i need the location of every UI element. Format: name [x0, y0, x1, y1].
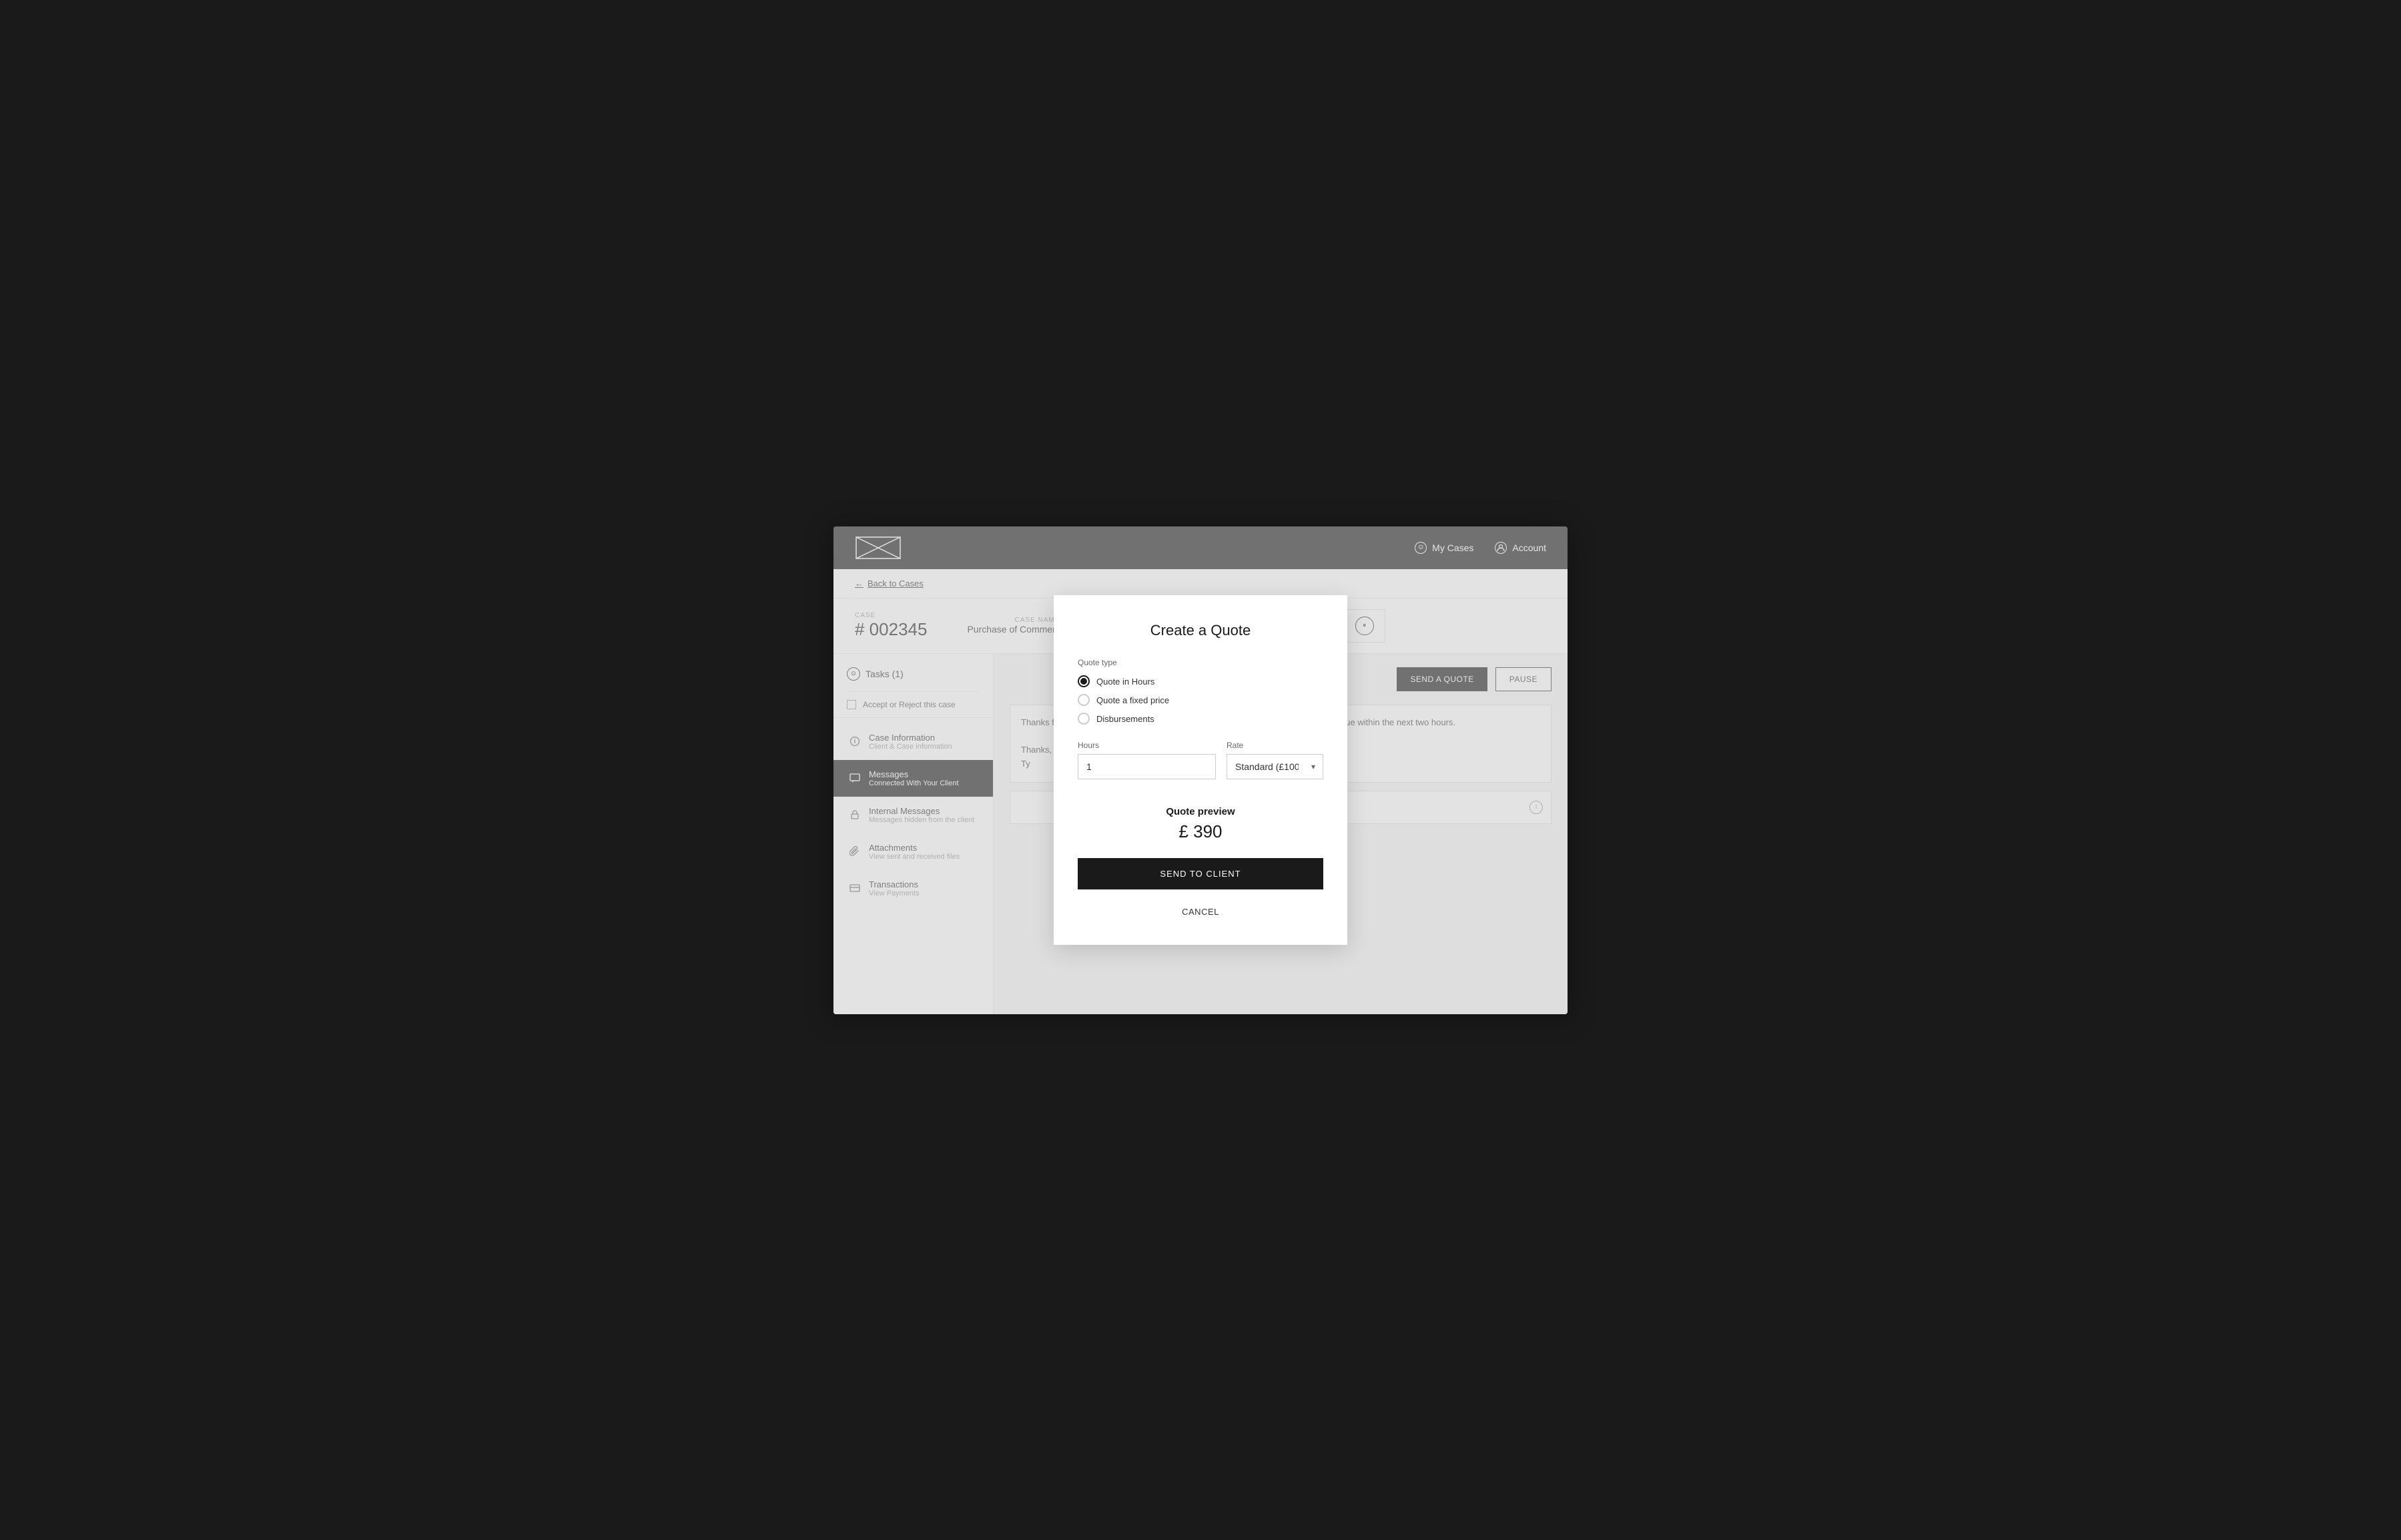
quote-type-radio-group: Quote in Hours Quote a fixed price Disbu… [1078, 675, 1323, 725]
radio-option-hours[interactable]: Quote in Hours [1078, 675, 1323, 687]
radio-label-hours: Quote in Hours [1096, 677, 1154, 687]
radio-label-fixed: Quote a fixed price [1096, 695, 1169, 705]
form-row-hours-rate: Hours Rate Standard (£100 p/h) Premium (… [1078, 741, 1323, 779]
radio-circle-fixed [1078, 694, 1090, 706]
quote-preview-label: Quote preview [1078, 806, 1323, 817]
radio-label-disbursements: Disbursements [1096, 714, 1154, 724]
radio-circle-hours [1078, 675, 1090, 687]
app-frame: ⊙ My Cases Account ← Back to Cases CASE [833, 526, 1568, 1014]
rate-label: Rate [1227, 741, 1323, 750]
cancel-button[interactable]: CANCEL [1078, 900, 1323, 923]
radio-option-fixed[interactable]: Quote a fixed price [1078, 694, 1323, 706]
quote-preview-section: Quote preview £ 390 [1078, 795, 1323, 858]
rate-select[interactable]: Standard (£100 p/h) Premium (£150 p/h) J… [1227, 754, 1323, 779]
rate-group: Rate Standard (£100 p/h) Premium (£150 p… [1227, 741, 1323, 779]
quote-type-label: Quote type [1078, 658, 1323, 667]
send-to-client-button[interactable]: SEND TO CLIENT [1078, 858, 1323, 889]
quote-preview-amount: £ 390 [1078, 821, 1323, 842]
radio-circle-disbursements [1078, 713, 1090, 725]
hours-group: Hours [1078, 741, 1216, 779]
modal-overlay: Create a Quote Quote type Quote in Hours… [833, 526, 1568, 1014]
hours-label: Hours [1078, 741, 1216, 750]
hours-input[interactable] [1078, 754, 1216, 779]
radio-option-disbursements[interactable]: Disbursements [1078, 713, 1323, 725]
create-quote-modal: Create a Quote Quote type Quote in Hours… [1054, 595, 1347, 945]
modal-title: Create a Quote [1078, 622, 1323, 639]
